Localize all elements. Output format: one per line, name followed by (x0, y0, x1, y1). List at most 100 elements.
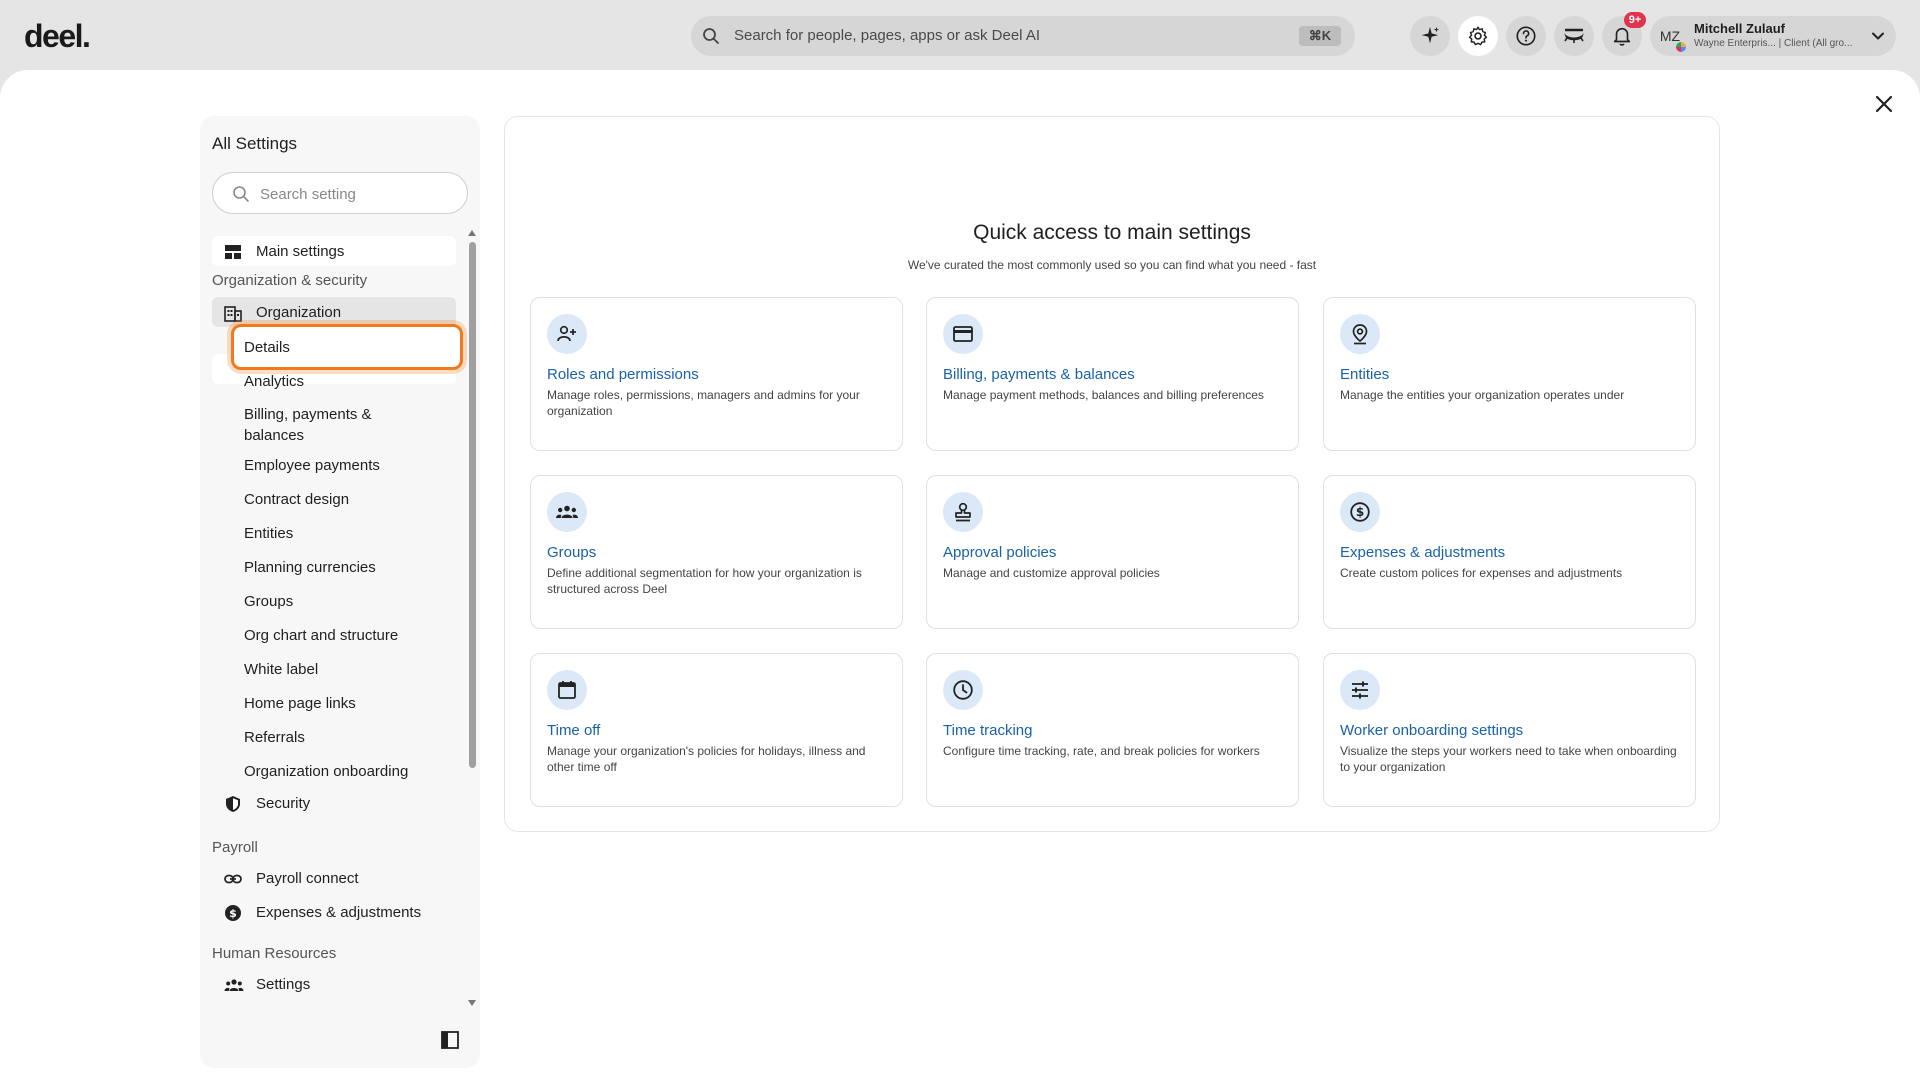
sidebar-subitem-org-onboarding[interactable]: Organization onboarding (244, 761, 408, 782)
scroll-down-arrow[interactable] (468, 1000, 476, 1006)
eye-closed-icon (1564, 28, 1584, 43)
card-description: Define additional segmentation for how y… (547, 566, 862, 596)
sidebar-toggle-icon (441, 1031, 459, 1049)
card-description: Manage payment methods, balances and bil… (943, 388, 1264, 402)
sidebar-item-organization[interactable]: Organization (212, 297, 456, 327)
card-description: Configure time tracking, rate, and break… (943, 744, 1260, 758)
card-worker-onboarding[interactable]: Worker onboarding settings Visualize the… (1323, 653, 1696, 807)
settings-button[interactable] (1458, 16, 1498, 56)
close-icon (1875, 95, 1893, 113)
stamp-icon (943, 492, 983, 532)
card-approval-policies[interactable]: Approval policies Manage and customize a… (926, 475, 1299, 629)
sidebar-item-label: Security (256, 795, 311, 812)
ai-sparkle-button[interactable] (1410, 16, 1450, 56)
sidebar-item-main-settings[interactable]: Main settings (212, 236, 456, 266)
bell-icon (1613, 27, 1631, 46)
dollar-circle-icon: $ (224, 904, 242, 922)
search-shortcut: ⌘K (1299, 26, 1341, 46)
sidebar-item-hr-settings[interactable]: Settings (212, 969, 456, 999)
card-title: Worker onboarding settings (1340, 722, 1524, 739)
help-circle-icon (1516, 26, 1536, 46)
card-title: Expenses & adjustments (1340, 544, 1506, 561)
clock-icon (943, 670, 983, 710)
sidebar-subitem-org-chart[interactable]: Org chart and structure (244, 625, 398, 646)
privacy-mode-button[interactable] (1554, 16, 1594, 56)
groups-icon (224, 976, 244, 994)
user-subtitle: Wayne Enterpris... | Client (All gro... (1694, 38, 1853, 49)
global-search[interactable]: Search for people, pages, apps or ask De… (691, 16, 1355, 56)
sliders-icon (1340, 670, 1380, 710)
card-description: Manage roles, permissions, managers and … (547, 388, 860, 418)
card-roles-permissions[interactable]: Roles and permissions Manage roles, perm… (530, 297, 903, 451)
card-title: Time tracking (943, 722, 1033, 739)
sidebar-subitem-contract-design[interactable]: Contract design (244, 489, 349, 510)
card-description: Manage the entities your organization op… (1340, 388, 1625, 402)
sidebar-item-expenses-adjustments[interactable]: $ Expenses & adjustments (212, 897, 456, 927)
search-placeholder: Search for people, pages, apps or ask De… (734, 27, 1041, 44)
shield-icon (224, 795, 242, 813)
sidebar-item-label: Payroll connect (256, 870, 359, 887)
help-button[interactable] (1506, 16, 1546, 56)
card-title: Groups (547, 544, 597, 561)
card-description: Manage your organization's policies for … (547, 744, 866, 774)
chevron-down-icon (1870, 28, 1886, 49)
card-title: Time off (547, 722, 601, 739)
sidebar-subitem-home-page-links[interactable]: Home page links (244, 693, 356, 714)
close-button[interactable] (1872, 92, 1896, 116)
sidebar-scrollbar[interactable] (469, 242, 476, 768)
sidebar-item-security[interactable]: Security (212, 788, 456, 818)
card-time-tracking[interactable]: Time tracking Configure time tracking, r… (926, 653, 1299, 807)
sidebar-item-label: Settings (256, 976, 311, 993)
sidebar-subitem-employee-payments[interactable]: Employee payments (244, 455, 380, 476)
sidebar-subitem-planning-currencies[interactable]: Planning currencies (244, 557, 376, 578)
card-title: Entities (1340, 366, 1390, 383)
section-human-resources: Human Resources (212, 945, 337, 962)
scroll-up-arrow[interactable] (468, 230, 476, 236)
dashboard-icon (224, 243, 242, 261)
card-time-off[interactable]: Time off Manage your organization's poli… (530, 653, 903, 807)
sidebar-subitem-referrals[interactable]: Referrals (244, 727, 305, 748)
quick-access-panel: Quick access to main settings We've cura… (504, 116, 1720, 832)
sidebar-item-label: Main settings (256, 243, 345, 260)
sidebar-subitem-entities[interactable]: Entities (244, 523, 293, 544)
card-description: Visualize the steps your workers need to… (1340, 744, 1677, 774)
sidebar-subitem-white-label[interactable]: White label (244, 659, 318, 680)
user-plus-icon (547, 314, 587, 354)
card-expenses-adjustments[interactable]: $ Expenses & adjustments Create custom p… (1323, 475, 1696, 629)
dollar-circle-icon: $ (1340, 492, 1380, 532)
setting-search-placeholder: Search setting (260, 186, 356, 203)
user-name: Mitchell Zulauf (1694, 21, 1785, 36)
card-title: Approval policies (943, 544, 1057, 561)
building-icon (224, 304, 242, 322)
setting-search-input[interactable]: Search setting (212, 172, 468, 214)
section-org-security: Organization & security (212, 272, 368, 289)
card-description: Create custom polices for expenses and a… (1340, 566, 1623, 580)
sidebar-subitem-groups[interactable]: Groups (244, 591, 293, 612)
svg-text:$: $ (1356, 505, 1364, 519)
sidebar-subitem-details[interactable]: Details (244, 337, 290, 358)
card-groups[interactable]: Groups Define additional segmentation fo… (530, 475, 903, 629)
sidebar-title: All Settings (212, 134, 298, 153)
section-payroll: Payroll (212, 839, 258, 856)
notification-badge: 9+ (1624, 12, 1646, 28)
credit-card-icon (943, 314, 983, 354)
sidebar-item-payroll-connect[interactable]: Payroll connect (212, 863, 456, 893)
avatar-status-icon (1676, 42, 1686, 52)
card-title: Billing, payments & balances (943, 366, 1135, 383)
card-description: Manage and customize approval policies (943, 566, 1160, 580)
sparkle-icon (1421, 26, 1440, 44)
card-entities[interactable]: Entities Manage the entities your organi… (1323, 297, 1696, 451)
svg-text:$: $ (229, 907, 237, 920)
sidebar-subitem-analytics[interactable]: Analytics (244, 371, 304, 392)
location-pin-icon (1340, 314, 1380, 354)
deel-logo[interactable]: deel. (24, 18, 91, 55)
card-billing-payments[interactable]: Billing, payments & balances Manage paym… (926, 297, 1299, 451)
gear-icon (1468, 26, 1488, 46)
collapse-sidebar-button[interactable] (440, 1030, 460, 1050)
sidebar-item-label: Organization (256, 304, 342, 321)
page-subtitle: We've curated the most commonly used so … (907, 258, 1317, 272)
user-menu[interactable]: MZ Mitchell Zulauf Wayne Enterpris... | … (1650, 16, 1896, 56)
sidebar-subitem-billing[interactable]: Billing, payments & balances (244, 404, 394, 446)
calendar-icon (547, 670, 587, 710)
link-icon (224, 870, 242, 888)
